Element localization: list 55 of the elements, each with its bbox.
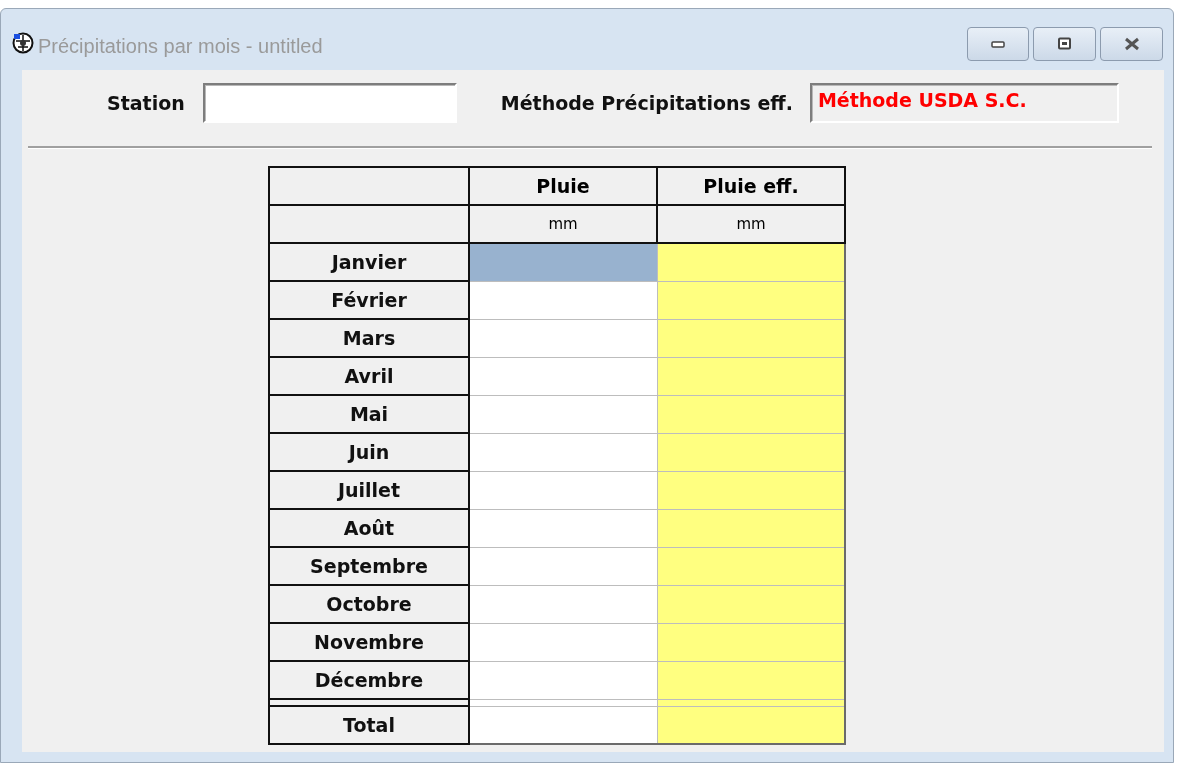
table-cell[interactable] — [469, 509, 657, 547]
minimize-icon — [990, 39, 1006, 49]
row-header: Juillet — [269, 471, 469, 509]
globe-icon — [12, 31, 34, 54]
row-header: Novembre — [269, 623, 469, 661]
row-header: Juin — [269, 433, 469, 471]
table-cell[interactable] — [657, 433, 845, 471]
table-cell[interactable] — [657, 623, 845, 661]
row-header: Total — [269, 706, 469, 744]
table-cell[interactable] — [657, 661, 845, 699]
table-cell[interactable] — [657, 357, 845, 395]
table-cell[interactable] — [469, 547, 657, 585]
table-cell[interactable] — [657, 585, 845, 623]
table-cell[interactable] — [469, 281, 657, 319]
table-cell[interactable] — [469, 357, 657, 395]
window-title: Précipitations par mois - untitled — [38, 35, 324, 58]
table-cell[interactable] — [657, 706, 845, 744]
column-header: Pluie eff. — [657, 167, 845, 205]
table-cell[interactable] — [469, 661, 657, 699]
method-label: Méthode Précipitations eff. — [500, 92, 793, 114]
table-cell[interactable] — [469, 623, 657, 661]
table-cell[interactable] — [657, 243, 845, 281]
table-cell[interactable] — [657, 471, 845, 509]
table-cell[interactable] — [469, 243, 657, 281]
unit-label: mm — [469, 205, 657, 243]
table-cell[interactable] — [469, 585, 657, 623]
unit-label: mm — [657, 205, 845, 243]
row-header: Septembre — [269, 547, 469, 585]
table-cell[interactable] — [657, 281, 845, 319]
maximize-icon — [1056, 37, 1073, 51]
close-button[interactable] — [1100, 27, 1163, 61]
row-header: Avril — [269, 357, 469, 395]
minimize-button[interactable] — [967, 27, 1029, 61]
table-cell[interactable] — [657, 547, 845, 585]
station-field[interactable] — [202, 83, 457, 123]
close-icon — [1122, 37, 1141, 51]
row-header: Mars — [269, 319, 469, 357]
row-header: Février — [269, 281, 469, 319]
method-field: Méthode USDA S.C. — [809, 83, 1119, 123]
table-cell[interactable] — [657, 509, 845, 547]
maximize-button[interactable] — [1033, 27, 1096, 61]
table-cell[interactable] — [657, 395, 845, 433]
column-header: Pluie — [469, 167, 657, 205]
row-header: Octobre — [269, 585, 469, 623]
table-cell[interactable] — [469, 471, 657, 509]
row-header: Janvier — [269, 243, 469, 281]
row-header: Mai — [269, 395, 469, 433]
row-header: Août — [269, 509, 469, 547]
table-cell[interactable] — [657, 319, 845, 357]
table-cell[interactable] — [469, 319, 657, 357]
table-cell[interactable] — [469, 706, 657, 744]
table-cell[interactable] — [469, 433, 657, 471]
row-header: Décembre — [269, 661, 469, 699]
table-cell[interactable] — [469, 395, 657, 433]
station-label: Station — [107, 92, 185, 114]
